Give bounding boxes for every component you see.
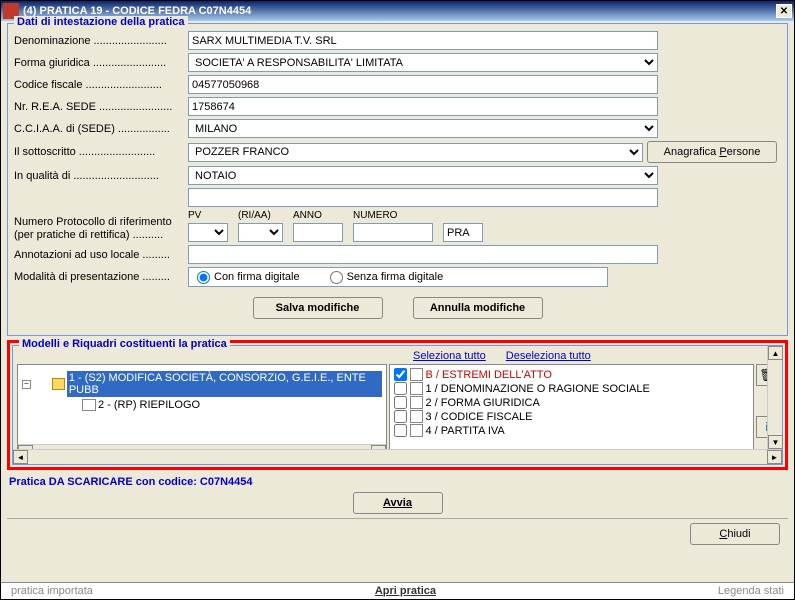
anno-input[interactable]	[293, 223, 343, 242]
forma-select[interactable]: SOCIETA' A RESPONSABILITA' LIMITATA	[188, 53, 658, 72]
chiudi-button[interactable]: Chiudi	[690, 523, 780, 545]
lbl-annotazioni: Annotazioni ad uso locale .........	[14, 249, 184, 261]
lbl-anno: ANNO	[293, 210, 343, 221]
denominazione-input[interactable]	[188, 31, 658, 50]
pra-display	[443, 223, 483, 242]
deseleziona-tutto-link[interactable]: Deseleziona tutto	[506, 350, 591, 362]
status-line: Pratica DA SCARICARE con codice: C07N445…	[9, 476, 788, 488]
lbl-sottoscritto: Il sottoscritto ........................…	[14, 146, 184, 158]
close-icon[interactable]: ✕	[776, 4, 792, 18]
check-2[interactable]	[394, 396, 407, 409]
radio-senza-firma[interactable]: Senza firma digitale	[330, 271, 444, 284]
lbl-riaa: (RI/AA)	[238, 210, 283, 221]
annotazioni-input[interactable]	[188, 245, 658, 264]
footer: pratica importata Apri pratica Legenda s…	[1, 582, 794, 599]
lbl-codfisc: Codice fiscale .........................	[14, 79, 184, 91]
seleziona-tutto-link[interactable]: Seleziona tutto	[413, 350, 486, 362]
check-b[interactable]	[394, 368, 407, 381]
lbl-modalita: Modalità di presentazione .........	[14, 271, 184, 283]
codfisc-input[interactable]	[188, 75, 658, 94]
check-1[interactable]	[394, 382, 407, 395]
tree-item-2[interactable]: 2 - (RP) RIEPILOGO	[98, 399, 200, 411]
tree-legend: Modelli e Riquadri costituenti la pratic…	[19, 338, 230, 350]
sottoscritto-select[interactable]: POZZER FRANCO	[188, 143, 643, 162]
header-legend: Dati di intestazione della pratica	[14, 16, 188, 28]
qualita-select[interactable]: NOTAIO	[188, 166, 658, 185]
expand-icon[interactable]: −	[22, 380, 31, 389]
salva-button[interactable]: Salva modifiche	[253, 297, 383, 319]
check-3[interactable]	[394, 410, 407, 423]
footer-left: pratica importata	[11, 585, 93, 597]
tree-item-1[interactable]: 1 - (S2) MODIFICA SOCIETÀ, CONSORZIO, G.…	[67, 371, 382, 397]
avvia-button[interactable]: Avvia	[353, 492, 443, 514]
folder-icon	[52, 378, 65, 390]
lbl-forma: Forma giuridica ........................	[14, 57, 184, 69]
check-4[interactable]	[394, 424, 407, 437]
blank-input[interactable]	[188, 188, 658, 207]
lbl-cciaa: C.C.I.A.A. di (SEDE) .................	[14, 123, 184, 135]
footer-right: Legenda stati	[718, 585, 784, 597]
cciaa-select[interactable]: MILANO	[188, 119, 658, 138]
numero-input[interactable]	[353, 223, 433, 242]
riaa-select[interactable]	[238, 223, 283, 242]
annulla-button[interactable]: Annulla modifiche	[413, 297, 543, 319]
apri-pratica-button[interactable]: Apri pratica	[375, 585, 436, 597]
check-h-scroll[interactable]: ◄►	[389, 449, 755, 460]
radio-con-firma[interactable]: Con firma digitale	[197, 271, 300, 284]
lbl-rea: Nr. R.E.A. SEDE ........................	[14, 101, 184, 113]
doc-icon	[82, 399, 96, 411]
lbl-protocollo: Numero Protocollo di riferimento	[14, 216, 172, 228]
rea-input[interactable]	[188, 97, 658, 116]
pv-select[interactable]	[188, 223, 228, 242]
check-panel[interactable]: B / ESTREMI DELL'ATTO 1 / DENOMINAZIONE …	[389, 364, 755, 460]
lbl-qualita: In qualità di ..........................…	[14, 170, 184, 182]
lbl-denominazione: Denominazione ........................	[14, 35, 184, 47]
tree-panel[interactable]: − 1 - (S2) MODIFICA SOCIETÀ, CONSORZIO, …	[17, 364, 387, 460]
anagrafica-button[interactable]: Anagrafica Persone	[647, 141, 777, 163]
lbl-numero: NUMERO	[353, 210, 433, 221]
lbl-pv: PV	[188, 210, 228, 221]
lbl-protocollo2: (per pratiche di rettifica) ..........	[14, 229, 163, 241]
